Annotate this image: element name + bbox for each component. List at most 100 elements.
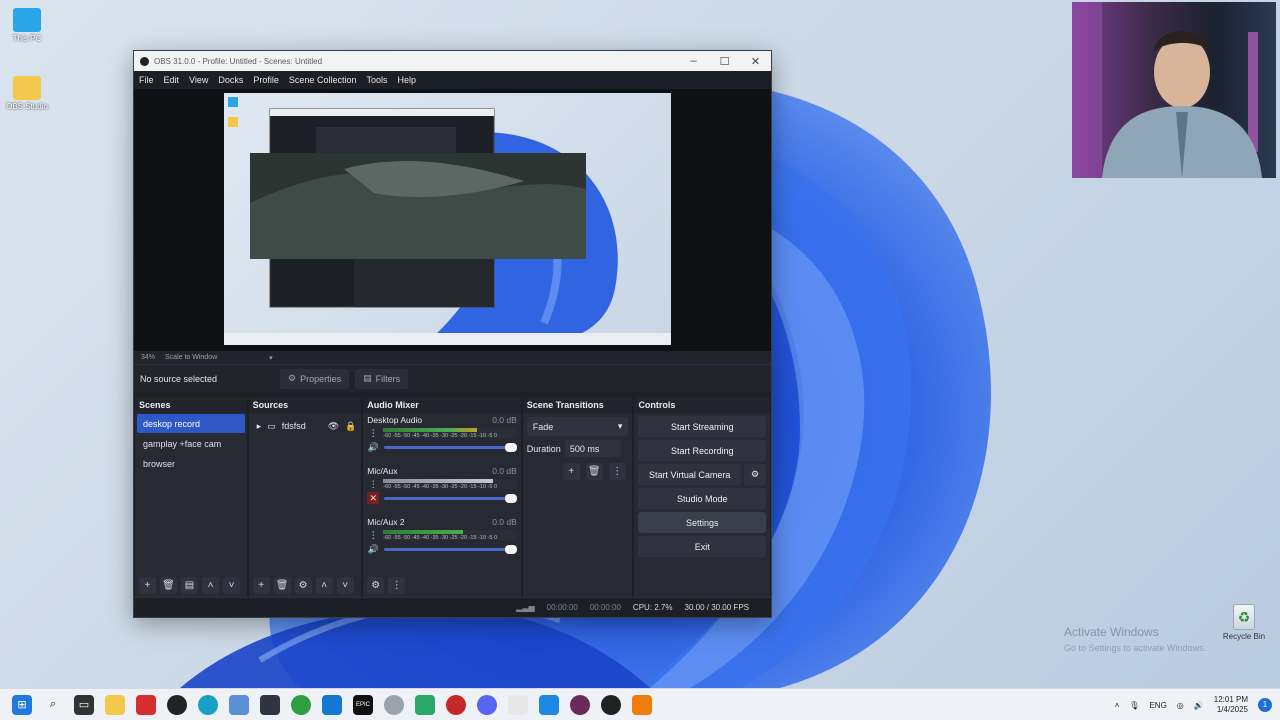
program-preview[interactable] [224, 93, 671, 345]
audio-mixer-dock: Audio Mixer Desktop Audio 0.0 dB ⋮ -60 -… [363, 397, 521, 597]
desktop-icon-obs-folder[interactable]: OBS Studio [0, 76, 54, 111]
trash-icon[interactable]: 🗑 [160, 576, 177, 594]
menu-help[interactable]: Help [397, 75, 416, 85]
app-red2-icon[interactable] [446, 694, 466, 715]
chevron-down-icon[interactable]: ˅ [223, 576, 240, 594]
scene-filters-icon[interactable]: ▤ [181, 576, 198, 594]
vlc-icon[interactable] [632, 694, 652, 715]
cpu-usage: CPU: 2.7% [632, 603, 673, 612]
snipping-icon[interactable] [508, 694, 528, 715]
app-red-icon[interactable] [136, 694, 156, 715]
kebab-menu-icon[interactable]: ⋮ [388, 576, 406, 594]
chevron-up-icon[interactable]: ˄ [315, 576, 333, 594]
folder-icon [13, 76, 41, 100]
windows-start-icon[interactable]: ⊞ [12, 694, 32, 715]
app-green-icon[interactable] [415, 694, 435, 715]
settings-button[interactable]: Settings [638, 512, 766, 533]
obs-titlebar[interactable]: OBS 31.0.0 - Profile: Untitled - Scenes:… [134, 51, 771, 71]
notification-badge[interactable]: 1 [1258, 698, 1272, 712]
chrome-icon[interactable] [167, 694, 187, 715]
close-icon[interactable]: ✕ [740, 55, 771, 68]
network-icon[interactable]: ◎ [1177, 701, 1184, 710]
task-view-icon[interactable]: ▭ [74, 694, 94, 715]
app-blue2-icon[interactable] [539, 694, 559, 715]
menu-profile[interactable]: Profile [253, 75, 279, 85]
edge-icon[interactable] [198, 694, 218, 715]
properties-button[interactable]: ⚙ Properties [280, 368, 350, 389]
mixer-toolbar: ⚙ ⋮ [363, 575, 521, 595]
studio-mode-button[interactable]: Studio Mode [638, 488, 766, 509]
minimize-icon[interactable]: – [678, 55, 709, 67]
menu-edit[interactable]: Edit [164, 75, 180, 85]
chevron-up-icon[interactable]: ˄ [202, 576, 219, 594]
gear-icon: ⚙ [288, 373, 297, 383]
exit-button[interactable]: Exit [638, 536, 766, 557]
trash-icon[interactable]: 🗑 [273, 576, 291, 594]
volume-slider[interactable] [384, 544, 517, 554]
mixer-header: Audio Mixer [363, 397, 521, 413]
scene-item[interactable]: deskop record [137, 414, 245, 433]
duration-input[interactable]: 500 ms [564, 440, 621, 457]
sources-header: Sources [248, 397, 362, 413]
microphone-icon[interactable]: 🎙 [1129, 701, 1139, 710]
scene-item[interactable]: gamplay +face cam [137, 434, 245, 453]
gear-icon[interactable]: ⚙ [294, 576, 312, 594]
start-virtual-camera-button[interactable]: Start Virtual Camera [638, 464, 741, 485]
menu-docks[interactable]: Docks [218, 75, 243, 85]
menu-tools[interactable]: Tools [366, 75, 387, 85]
volume-slider[interactable] [384, 442, 517, 452]
transition-select[interactable]: Fade ▾ [526, 417, 629, 436]
gear-icon[interactable]: ⚙ [744, 464, 766, 485]
eye-icon[interactable]: 👁 [328, 421, 339, 432]
source-item[interactable]: ▸ ▭ fdsfsd 👁 🔒 [249, 416, 362, 436]
filters-button[interactable]: ▤ Filters [355, 368, 409, 389]
trash-icon[interactable]: 🗑 [585, 463, 603, 480]
menu-view[interactable]: View [189, 75, 208, 85]
stream-time: 00:00:00 [546, 603, 578, 612]
start-recording-button[interactable]: Start Recording [638, 440, 766, 461]
chevron-down-icon[interactable]: ▾ [269, 354, 273, 362]
obs-icon[interactable] [601, 694, 621, 715]
volume-slider[interactable] [384, 493, 517, 503]
epic-games-icon[interactable]: EPIC [353, 694, 373, 715]
mixer-channel: Desktop Audio 0.0 dB ⋮ -60 -55 -50 -45 -… [363, 413, 521, 464]
volume-icon[interactable]: 🔊 [1194, 701, 1204, 710]
photos-icon[interactable] [229, 694, 249, 715]
recycle-bin[interactable]: ♻ Recycle Bin [1222, 604, 1266, 641]
menu-file[interactable]: File [139, 75, 154, 85]
maximize-icon[interactable]: ☐ [709, 55, 740, 68]
zoom-level[interactable]: 34% [141, 354, 155, 361]
add-icon[interactable]: + [139, 576, 156, 594]
obs-window[interactable]: OBS 31.0.0 - Profile: Untitled - Scenes:… [133, 50, 772, 618]
chevron-up-icon[interactable]: ˄ [1115, 701, 1120, 710]
lock-icon[interactable]: 🔒 [345, 421, 356, 432]
kebab-menu-icon[interactable]: ⋮ [367, 478, 379, 490]
steam-icon[interactable] [384, 694, 404, 715]
search-icon[interactable]: ⌕ [43, 695, 63, 715]
speaker-icon[interactable]: 🔊 [367, 441, 379, 453]
speaker-muted-icon[interactable]: ✕ [367, 492, 380, 504]
clock[interactable]: 12:01 PM 1/4/2025 [1214, 695, 1248, 715]
app-dark-icon[interactable] [570, 694, 590, 715]
chevron-down-icon[interactable]: ˅ [336, 576, 354, 594]
language-indicator[interactable]: ENG [1149, 701, 1166, 710]
app-blue-icon[interactable] [322, 694, 342, 715]
file-explorer-icon[interactable] [105, 694, 125, 715]
expand-arrow-icon[interactable]: ▸ [257, 421, 262, 432]
desktop-icon-this-pc[interactable]: This PC [0, 8, 54, 43]
kebab-menu-icon[interactable]: ⋮ [367, 529, 379, 541]
scene-item[interactable]: browser [137, 454, 245, 473]
zoom-mode[interactable]: Scale to Window [165, 354, 217, 361]
recycle-bin-icon: ♻ [1233, 604, 1255, 630]
kebab-menu-icon[interactable]: ⋮ [608, 463, 626, 480]
discord-icon[interactable] [477, 694, 497, 715]
add-icon[interactable]: + [562, 463, 580, 480]
add-icon[interactable]: + [252, 576, 270, 594]
start-streaming-button[interactable]: Start Streaming [638, 416, 766, 437]
xbox-icon[interactable] [291, 694, 311, 715]
speaker-icon[interactable]: 🔊 [367, 543, 379, 555]
davinci-icon[interactable] [260, 694, 280, 715]
kebab-menu-icon[interactable]: ⋮ [367, 427, 379, 439]
advanced-audio-icon[interactable]: ⚙ [367, 576, 385, 594]
menu-scene-collection[interactable]: Scene Collection [289, 75, 357, 85]
